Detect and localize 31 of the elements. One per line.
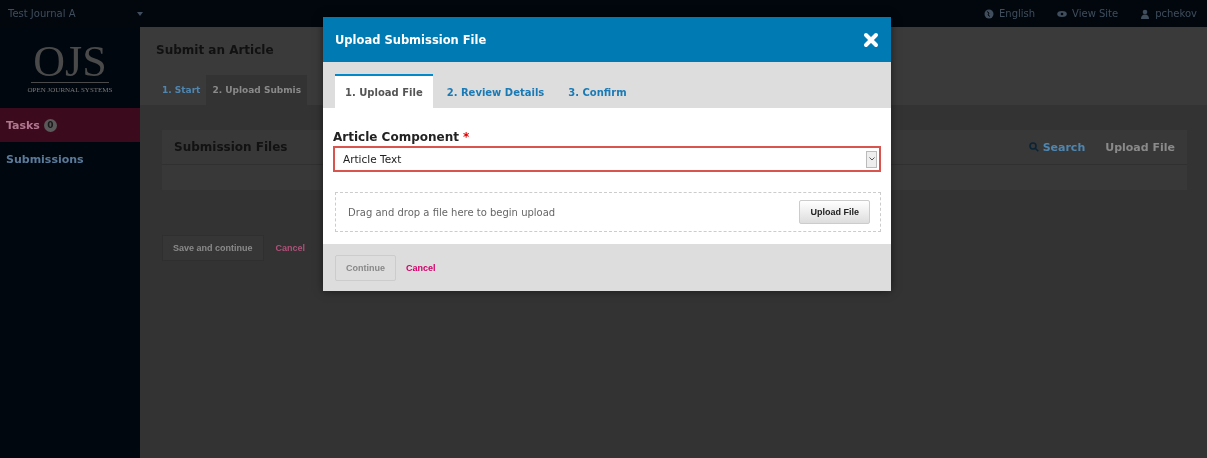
upload-link[interactable]: Upload File	[1105, 140, 1175, 154]
upload-button[interactable]: Upload File	[799, 200, 870, 224]
step-tab[interactable]: 1. Upload File	[335, 74, 433, 108]
header-link[interactable]: View Site	[1057, 8, 1119, 19]
field-label: Article Component	[333, 130, 459, 144]
close-icon[interactable]	[863, 31, 879, 48]
count-badge: 0	[43, 118, 57, 132]
journal-name[interactable]: Test Journal A	[8, 8, 76, 19]
dropdown-icon[interactable]	[866, 150, 877, 168]
header-link[interactable]: pchekov	[1140, 8, 1197, 19]
globe-icon	[983, 8, 994, 19]
drop-hint: Drag and drop a file here to begin upload	[348, 206, 557, 218]
step-tab[interactable]: 2. Review Details	[436, 74, 555, 108]
search-icon	[1028, 142, 1039, 152]
search-link[interactable]: Search	[1028, 140, 1086, 154]
component-select[interactable]: Article Text	[333, 146, 881, 172]
sidebar-item[interactable]: Tasks 0	[0, 108, 140, 142]
user-icon	[1140, 8, 1151, 19]
step-tab[interactable]: 2. Upload Submis	[206, 75, 308, 105]
eye-icon	[1057, 8, 1068, 19]
header-link[interactable]: English	[983, 8, 1036, 19]
step-tab[interactable]: 1. Start	[156, 75, 207, 105]
step-tab[interactable]: 3. Confirm	[558, 74, 637, 108]
drop-zone[interactable]: Drag and drop a file here to begin upload Upload File	[335, 192, 881, 232]
logo[interactable]: OJS	[31, 41, 109, 83]
sidebar-item[interactable]: Submissions	[0, 142, 140, 176]
required-mark: *	[462, 130, 470, 144]
cancel-link[interactable]: Cancel	[406, 255, 436, 280]
modal-title: Upload Submission File	[335, 32, 488, 47]
save-button[interactable]: Save and continue	[162, 235, 264, 261]
cancel-link[interactable]: Cancel	[273, 236, 308, 260]
